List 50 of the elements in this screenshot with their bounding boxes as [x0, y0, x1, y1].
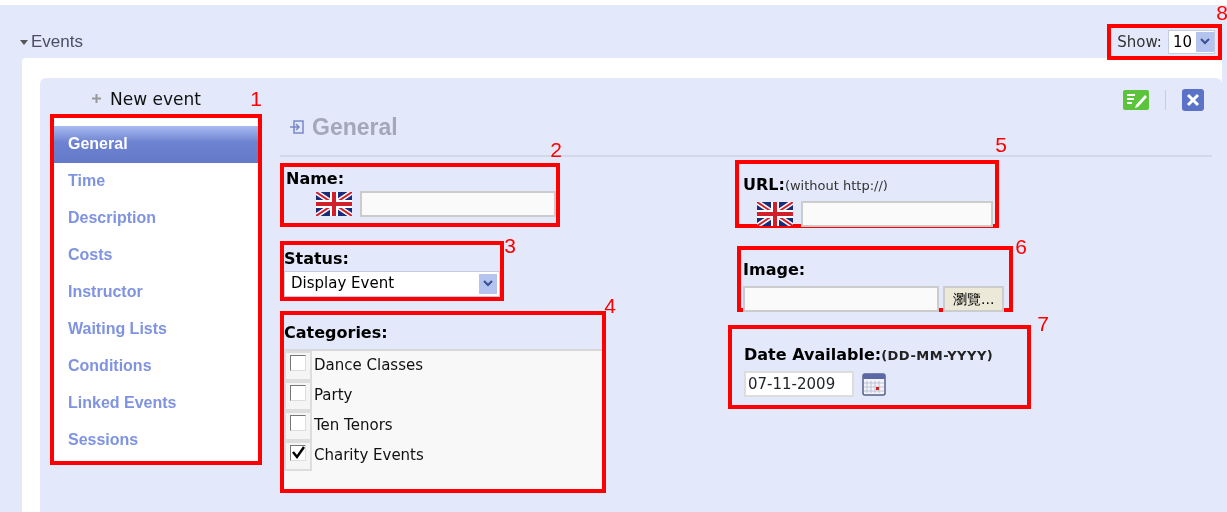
page-size-select[interactable]: 10 — [1167, 29, 1215, 54]
sidebar-item[interactable]: Description — [54, 200, 258, 237]
status-select[interactable]: Display Event — [284, 270, 500, 297]
field-label: Name: — [286, 167, 346, 190]
field-label: URL: — [743, 176, 785, 193]
field-label: Image: — [743, 258, 807, 281]
sidebar-item[interactable]: General — [54, 126, 258, 163]
close-icon[interactable] — [1182, 89, 1204, 111]
field-label: Categories: — [284, 321, 389, 344]
show-label: Show: — [1117, 31, 1162, 53]
callout-number: 5 — [995, 133, 1007, 155]
plus-icon — [92, 94, 101, 104]
field-label: Status: — [284, 247, 350, 270]
enter-icon — [290, 120, 304, 135]
sidebar-item[interactable]: Instructor — [54, 274, 258, 311]
checkbox[interactable] — [290, 354, 306, 371]
category-label: Charity Events — [314, 445, 424, 467]
browse-button[interactable]: 瀏覽... — [943, 285, 1005, 312]
sidebar-item[interactable]: Costs — [54, 237, 258, 274]
callout-number: 4 — [604, 294, 616, 316]
checkbox[interactable] — [290, 444, 306, 461]
field-label: Date Available: — [744, 343, 882, 366]
callout-number: 1 — [250, 88, 262, 109]
sidebar-item[interactable]: Sessions — [54, 422, 258, 459]
section-title[interactable]: Events — [20, 28, 83, 58]
category-label: Dance Classes — [314, 355, 423, 377]
callout-number: 3 — [504, 234, 516, 256]
sidebar-item[interactable]: Time — [54, 163, 258, 200]
new-event-link[interactable]: New event — [92, 87, 201, 113]
section-heading: General — [312, 113, 398, 142]
sidebar-item[interactable]: Conditions — [54, 348, 258, 385]
field-hint: (without http://) — [784, 176, 888, 195]
field-hint: (DD-MM-YYYY) — [881, 346, 994, 365]
category-label: Ten Tenors — [314, 415, 393, 437]
callout-number: 8 — [1216, 1, 1227, 23]
url-field[interactable] — [801, 201, 993, 227]
flag-icon — [757, 202, 793, 226]
calendar-icon[interactable] — [862, 371, 886, 396]
category-label: Party — [314, 385, 353, 407]
sidebar-item[interactable]: Waiting Lists — [54, 311, 258, 348]
callout-number: 2 — [550, 138, 562, 160]
checkbox[interactable] — [290, 414, 306, 431]
name-field[interactable] — [360, 190, 556, 217]
flag-icon — [316, 191, 352, 216]
date-field[interactable]: 07-11-2009 — [744, 370, 854, 397]
callout-number: 6 — [1015, 235, 1027, 257]
checkbox[interactable] — [290, 384, 306, 401]
callout-number: 7 — [1037, 312, 1049, 334]
file-field[interactable] — [743, 285, 939, 312]
sidebar-item[interactable]: Linked Events — [54, 385, 258, 422]
